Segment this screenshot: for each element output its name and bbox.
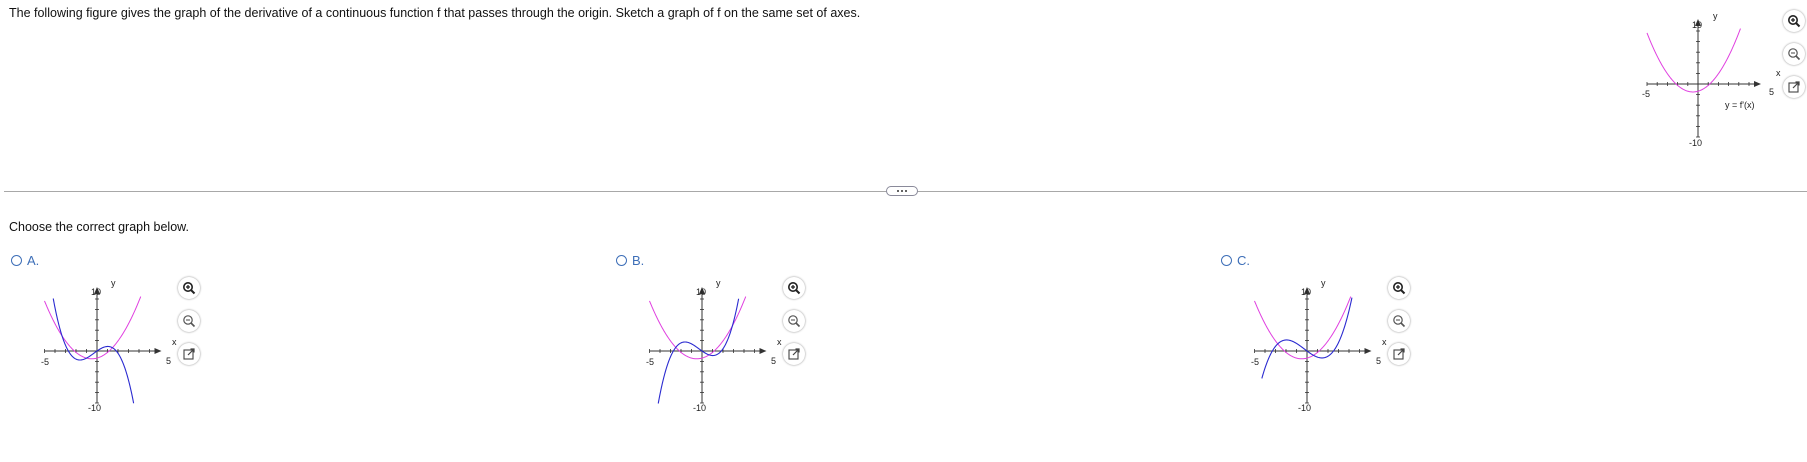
option-b-derivative-curve (649, 296, 747, 360)
option-c-x-min-label: -5 (1251, 357, 1259, 367)
zoom-in-button[interactable] (1783, 10, 1805, 32)
x-axis-arrow (759, 348, 767, 354)
zoom-out-icon (1393, 315, 1406, 328)
option-b-x-min-label: -5 (646, 357, 654, 367)
main-graph-tools (1783, 10, 1805, 98)
option-c-letter: C. (1237, 253, 1250, 268)
option-b-radio[interactable] (616, 255, 627, 266)
option-c-y-axis-label: y (1321, 278, 1326, 288)
popout-icon (1788, 81, 1800, 93)
option-c-zoom-in-button[interactable] (1388, 277, 1410, 299)
option-c-derivative-curve (1254, 296, 1352, 360)
option-c-popout-button[interactable] (1388, 343, 1410, 365)
option-c-radio[interactable] (1221, 255, 1232, 266)
x-axis-arrow (1754, 81, 1761, 87)
option-a-x-axis-label: x (172, 337, 177, 347)
curve-label: y = f'(x) (1725, 100, 1754, 110)
option-c-graph: y x 10 -10 -5 5 (1251, 278, 1387, 413)
option-a-radio[interactable] (11, 255, 22, 266)
option-c-radio-row[interactable]: C. (1221, 253, 1250, 268)
zoom-in-icon (1788, 15, 1801, 28)
option-b-tools (783, 277, 805, 365)
option-a-y-axis-label: y (111, 278, 116, 288)
option-b-x-axis-label: x (777, 337, 782, 347)
zoom-out-icon (788, 315, 801, 328)
option-a-derivative-curve (44, 296, 142, 360)
option-b-popout-button[interactable] (783, 343, 805, 365)
x-max-label: 5 (1769, 87, 1774, 97)
prompt-text: Choose the correct graph below. (9, 220, 189, 234)
option-c-zoom-out-button[interactable] (1388, 310, 1410, 332)
x-axis-arrow (1364, 348, 1372, 354)
popout-icon (183, 348, 195, 360)
option-b-radio-row[interactable]: B. (616, 253, 644, 268)
zoom-in-icon (788, 282, 801, 295)
option-a-y-max-label: 10 (91, 287, 101, 297)
option-b-x-max-label: 5 (771, 356, 776, 366)
option-b: B. y x 10 -10 -5 5 (616, 253, 805, 413)
x-axis-arrow (154, 348, 162, 354)
option-a-x-max-label: 5 (166, 356, 171, 366)
option-a-y-min-label: -10 (88, 403, 101, 413)
zoom-in-icon (1393, 282, 1406, 295)
question-text: The following figure gives the graph of … (9, 6, 861, 20)
option-a: A. y x 10 -10 -5 5 (11, 253, 200, 413)
popout-button[interactable] (1783, 76, 1805, 98)
option-b-graph: y x 10 -10 -5 5 (646, 278, 782, 413)
option-c-x-max-label: 5 (1376, 356, 1381, 366)
zoom-out-icon (1788, 48, 1801, 61)
popout-icon (1393, 348, 1405, 360)
expand-button[interactable] (886, 186, 918, 196)
zoom-in-icon (183, 282, 196, 295)
x-axis-label: x (1776, 68, 1781, 78)
option-b-zoom-out-button[interactable] (783, 310, 805, 332)
popout-icon (788, 348, 800, 360)
option-c-y-min-label: -10 (1298, 403, 1311, 413)
y-min-label: -10 (1689, 138, 1702, 148)
option-c-y-max-label: 10 (1301, 287, 1311, 297)
zoom-out-icon (183, 315, 196, 328)
option-c: C. y x 10 -10 -5 5 (1221, 253, 1410, 413)
option-b-letter: B. (632, 253, 645, 268)
option-b-y-min-label: -10 (693, 403, 706, 413)
zoom-out-button[interactable] (1783, 43, 1805, 65)
option-a-tools (178, 277, 200, 365)
y-axis-label: y (1713, 11, 1718, 21)
option-a-letter: A. (27, 253, 40, 268)
option-a-radio-row[interactable]: A. (11, 253, 39, 268)
option-a-graph: y x 10 -10 -5 5 (41, 278, 177, 413)
option-b-zoom-in-button[interactable] (783, 277, 805, 299)
x-min-label: -5 (1642, 89, 1650, 99)
option-b-y-axis-label: y (716, 278, 721, 288)
derivative-graph: y x 10 -10 -5 5 y = f'(x) (1642, 11, 1781, 148)
option-a-zoom-in-button[interactable] (178, 277, 200, 299)
option-a-x-min-label: -5 (41, 357, 49, 367)
option-b-y-max-label: 10 (696, 287, 706, 297)
option-c-tools (1388, 277, 1410, 365)
option-a-zoom-out-button[interactable] (178, 310, 200, 332)
derivative-curve (1646, 28, 1741, 93)
option-c-x-axis-label: x (1382, 337, 1387, 347)
option-a-popout-button[interactable] (178, 343, 200, 365)
y-max-label: 10 (1692, 20, 1702, 30)
